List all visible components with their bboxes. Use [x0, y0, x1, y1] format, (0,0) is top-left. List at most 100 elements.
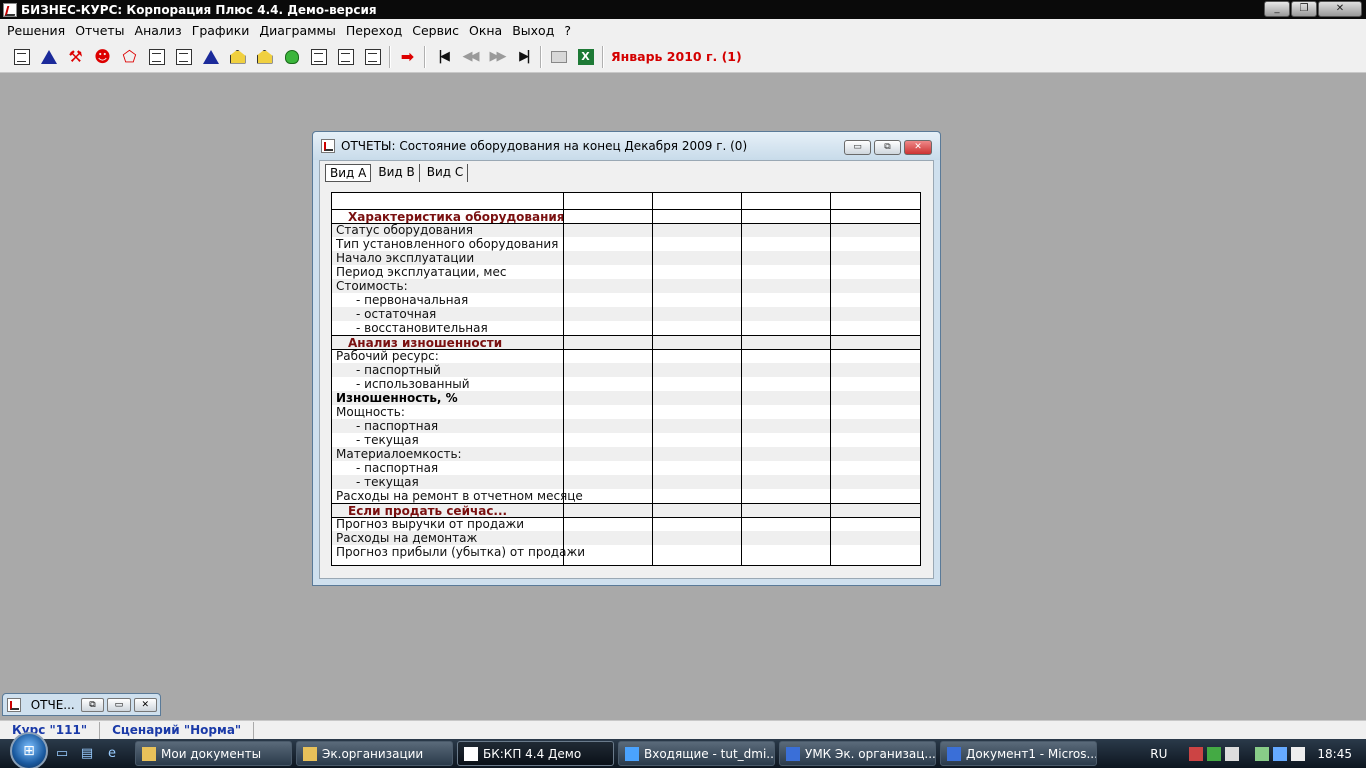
menu-goto[interactable]: Переход	[341, 23, 407, 38]
table-row[interactable]: Расходы на ремонт в отчетном месяце	[332, 489, 920, 503]
tb-finance-button[interactable]	[143, 45, 170, 69]
table-row[interactable]: Материалоемкость:	[332, 447, 920, 461]
report-window-titlebar[interactable]: ОТЧЕТЫ: Состояние оборудования на конец …	[313, 132, 940, 160]
taskbar-button[interactable]: Документ1 - Micros...	[940, 741, 1097, 766]
tb-print-button[interactable]	[545, 45, 572, 69]
table-row[interactable]: - текущая	[332, 433, 920, 447]
start-button[interactable]: ⊞	[10, 731, 48, 768]
tb-new-decision-button[interactable]	[8, 45, 35, 69]
clock[interactable]: 18:45	[1317, 747, 1352, 761]
report-restore-button[interactable]: ⧉	[874, 140, 901, 155]
table-row[interactable]: - текущая	[332, 475, 920, 489]
taskbar-button[interactable]: Эк.организации	[296, 741, 453, 766]
table-row[interactable]: Стоимость:	[332, 279, 920, 293]
quicklaunch-ie-button[interactable]: e	[101, 744, 123, 764]
tb-excel-button[interactable]: X	[572, 45, 599, 69]
tab-view-a[interactable]: Вид A	[325, 164, 372, 182]
grid-section-line	[332, 503, 920, 504]
speaker-icon[interactable]	[1291, 746, 1306, 761]
menu-reports[interactable]: Отчеты	[70, 23, 129, 38]
minimized-maximize-button[interactable]: ▭	[107, 697, 131, 712]
tb-prev-button[interactable]: ◀◀	[456, 45, 483, 69]
table-row[interactable]: Анализ изношенности	[332, 336, 920, 350]
taskbar-button[interactable]: УМК Эк. организац...	[779, 741, 936, 766]
table-row[interactable]: - паспортная	[332, 461, 920, 475]
restore-button[interactable]: ❐	[1291, 1, 1317, 17]
table-row[interactable]: Период эксплуатации, мес	[332, 265, 920, 279]
menu-windows[interactable]: Окна	[464, 23, 507, 38]
menu-diagrams[interactable]: Диаграммы	[254, 23, 340, 38]
table-row[interactable]: Расходы на демонтаж	[332, 531, 920, 545]
menu-exit[interactable]: Выход	[507, 23, 559, 38]
report-close-button[interactable]: ✕	[904, 140, 932, 155]
display-icon[interactable]	[1273, 746, 1288, 761]
table-row[interactable]: Тип установленного оборудования	[332, 237, 920, 251]
tb-export-button[interactable]	[359, 45, 386, 69]
tb-money-button[interactable]	[278, 45, 305, 69]
network-icon[interactable]	[1189, 746, 1204, 761]
volume-icon[interactable]	[1225, 746, 1240, 761]
table-row[interactable]: Мощность:	[332, 405, 920, 419]
table-row[interactable]: Характеристика оборудования	[332, 210, 920, 224]
menu-help[interactable]: ?	[559, 23, 576, 38]
menu-solutions[interactable]: Решения	[2, 23, 70, 38]
table-row[interactable]: - восстановительная	[332, 321, 920, 335]
table-row[interactable]: Статус оборудования	[332, 223, 920, 237]
table-row[interactable]: - паспортная	[332, 419, 920, 433]
section-header: Если продать сейчас...	[348, 504, 508, 518]
tb-chart-button[interactable]	[35, 45, 62, 69]
table-row[interactable]: Изношенность, %	[332, 391, 920, 405]
tb-last-button[interactable]: ▶|	[510, 45, 537, 69]
quicklaunch-switch-button[interactable]: ▤	[76, 744, 98, 764]
show-desktop-button[interactable]: ▭	[51, 744, 73, 764]
report-grid[interactable]: Характеристика оборудования Статус оборуд…	[331, 192, 921, 566]
battery-icon[interactable]	[1255, 746, 1270, 761]
row-label: - паспортная	[356, 461, 439, 475]
taskbar-button[interactable]: БК:КП 4.4 Демо	[457, 741, 614, 766]
tb-next-step-button[interactable]: ➡	[394, 45, 421, 69]
table-row[interactable]: Если продать сейчас...	[332, 504, 920, 518]
tb-staff-button[interactable]: ☻	[89, 45, 116, 69]
tb-next-button[interactable]: ▶▶	[483, 45, 510, 69]
taskbar-button-label: Эк.организации	[322, 746, 424, 761]
taskbar-button-label: УМК Эк. организац...	[805, 746, 936, 761]
minimized-close-button[interactable]: ✕	[133, 697, 157, 712]
table-row[interactable]: - первоначальная	[332, 293, 920, 307]
tb-tools-button[interactable]: ⚒	[62, 45, 89, 69]
close-button[interactable]: ✕	[1318, 1, 1362, 17]
minimize-button[interactable]: _	[1264, 1, 1290, 17]
language-indicator[interactable]: RU	[1150, 747, 1167, 761]
taskbar-button[interactable]: Мои документы	[135, 741, 292, 766]
table-row[interactable]: Прогноз выручки от продажи	[332, 517, 920, 531]
table-row[interactable]: - использованный	[332, 377, 920, 391]
tab-view-c[interactable]: Вид C	[423, 164, 469, 182]
table-row[interactable]: - остаточная	[332, 307, 920, 321]
tab-view-b[interactable]: Вид B	[374, 164, 420, 182]
minimized-report-window[interactable]: ОТЧЕ... ⧉ ▭ ✕	[2, 693, 161, 716]
tb-report-button[interactable]	[170, 45, 197, 69]
taskbar-button-label: Документ1 - Micros...	[966, 746, 1097, 761]
preview-icon	[337, 48, 354, 65]
row-label: Расходы на демонтаж	[336, 531, 478, 545]
minimized-restore-button[interactable]: ⧉	[80, 697, 105, 712]
tools-icon: ⚒	[68, 46, 83, 66]
table-row[interactable]: - паспортный	[332, 363, 920, 377]
tb-doc-button[interactable]	[305, 45, 332, 69]
people-icon: ☻	[94, 46, 111, 66]
tb-first-button[interactable]: |◀	[429, 45, 456, 69]
taskbar-button[interactable]: Входящие - tut_dmi...	[618, 741, 775, 766]
tb-print-preview-button[interactable]	[332, 45, 359, 69]
table-row[interactable]: Прогноз прибыли (убытка) от продажи	[332, 545, 920, 559]
tb-building-button[interactable]	[251, 45, 278, 69]
menu-service[interactable]: Сервис	[407, 23, 464, 38]
menu-graphs[interactable]: Графики	[187, 23, 255, 38]
tb-growth-button[interactable]	[197, 45, 224, 69]
menu-analysis[interactable]: Анализ	[130, 23, 187, 38]
document-icon	[13, 48, 30, 65]
download-icon[interactable]	[1207, 746, 1222, 761]
tb-marketing-button[interactable]: ⬠	[116, 45, 143, 69]
report-minimize-button[interactable]: ▭	[844, 140, 871, 155]
table-row[interactable]: Начало эксплуатации	[332, 251, 920, 265]
tb-warehouse-button[interactable]	[224, 45, 251, 69]
table-row[interactable]: Рабочий ресурс:	[332, 349, 920, 363]
